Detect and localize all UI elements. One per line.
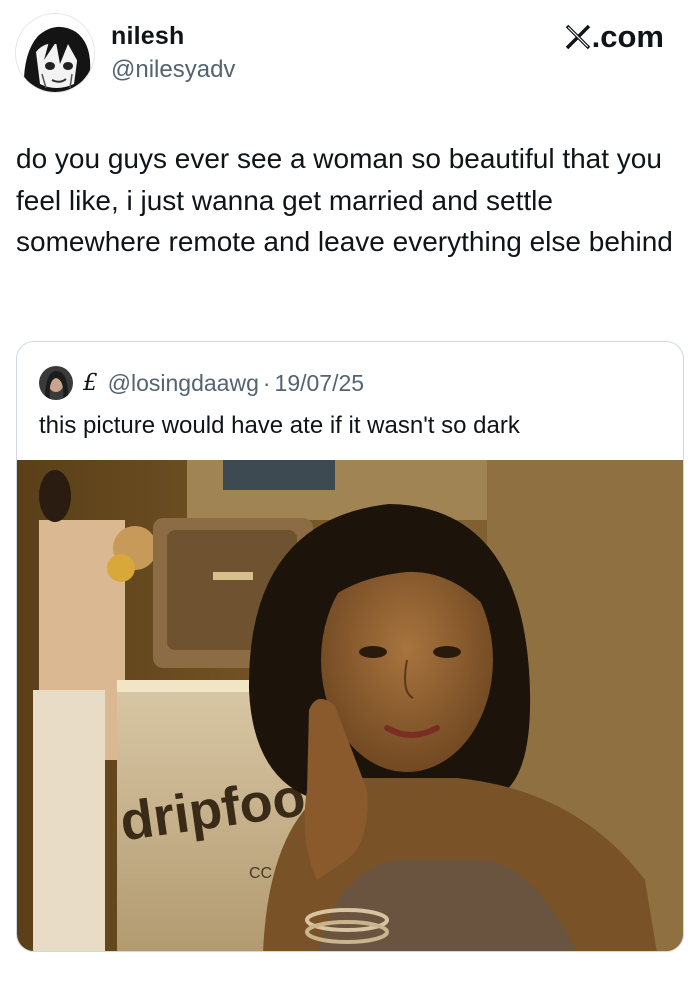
- cafe-portrait-photo: dripfoo CC: [17, 460, 683, 951]
- quoted-author-handle[interactable]: @losingdaawg: [108, 370, 259, 397]
- portrait-avatar-icon: [39, 366, 73, 400]
- anime-avatar-icon: [16, 14, 94, 92]
- tweet-text: do you guys ever see a woman so beautifu…: [16, 143, 673, 257]
- quoted-tweet-header: £ @losingdaawg · 19/07/25: [39, 366, 364, 400]
- author-avatar[interactable]: [15, 13, 95, 93]
- quoted-date[interactable]: 19/07/25: [275, 370, 365, 397]
- author-name[interactable]: nilesh: [111, 22, 184, 51]
- quoted-author-emoji: £: [83, 370, 98, 396]
- quoted-tweet-text: this picture would have ate if it wasn't…: [39, 412, 520, 439]
- quoted-author-avatar[interactable]: [39, 366, 73, 400]
- brand-text: .com: [591, 19, 664, 54]
- author-handle[interactable]: @nilesyadv: [111, 56, 235, 84]
- x-logo-icon: [565, 24, 591, 50]
- tweet-header: nilesh @nilesyadv .com: [0, 0, 700, 110]
- separator-dot: ·: [262, 369, 271, 396]
- quoted-tweet-card[interactable]: £ @losingdaawg · 19/07/25 this picture w…: [16, 341, 684, 952]
- quoted-photo[interactable]: dripfoo CC: [17, 460, 683, 951]
- sign-small-text: CC: [249, 865, 272, 882]
- brand-logo: .com: [565, 19, 664, 55]
